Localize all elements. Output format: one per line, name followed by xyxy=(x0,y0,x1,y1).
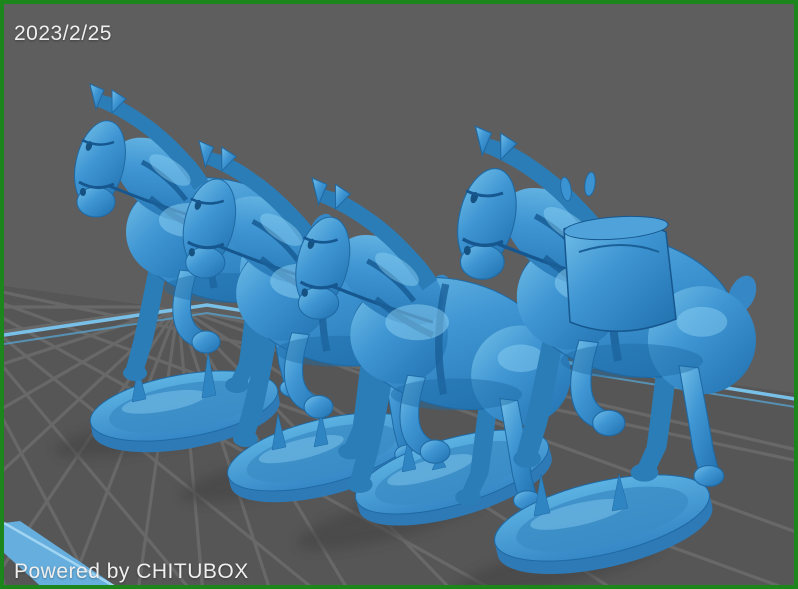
viewport-3d[interactable] xyxy=(4,4,794,585)
chitubox-window: 2023/2/25 Powered by CHITUBOX xyxy=(0,0,798,589)
